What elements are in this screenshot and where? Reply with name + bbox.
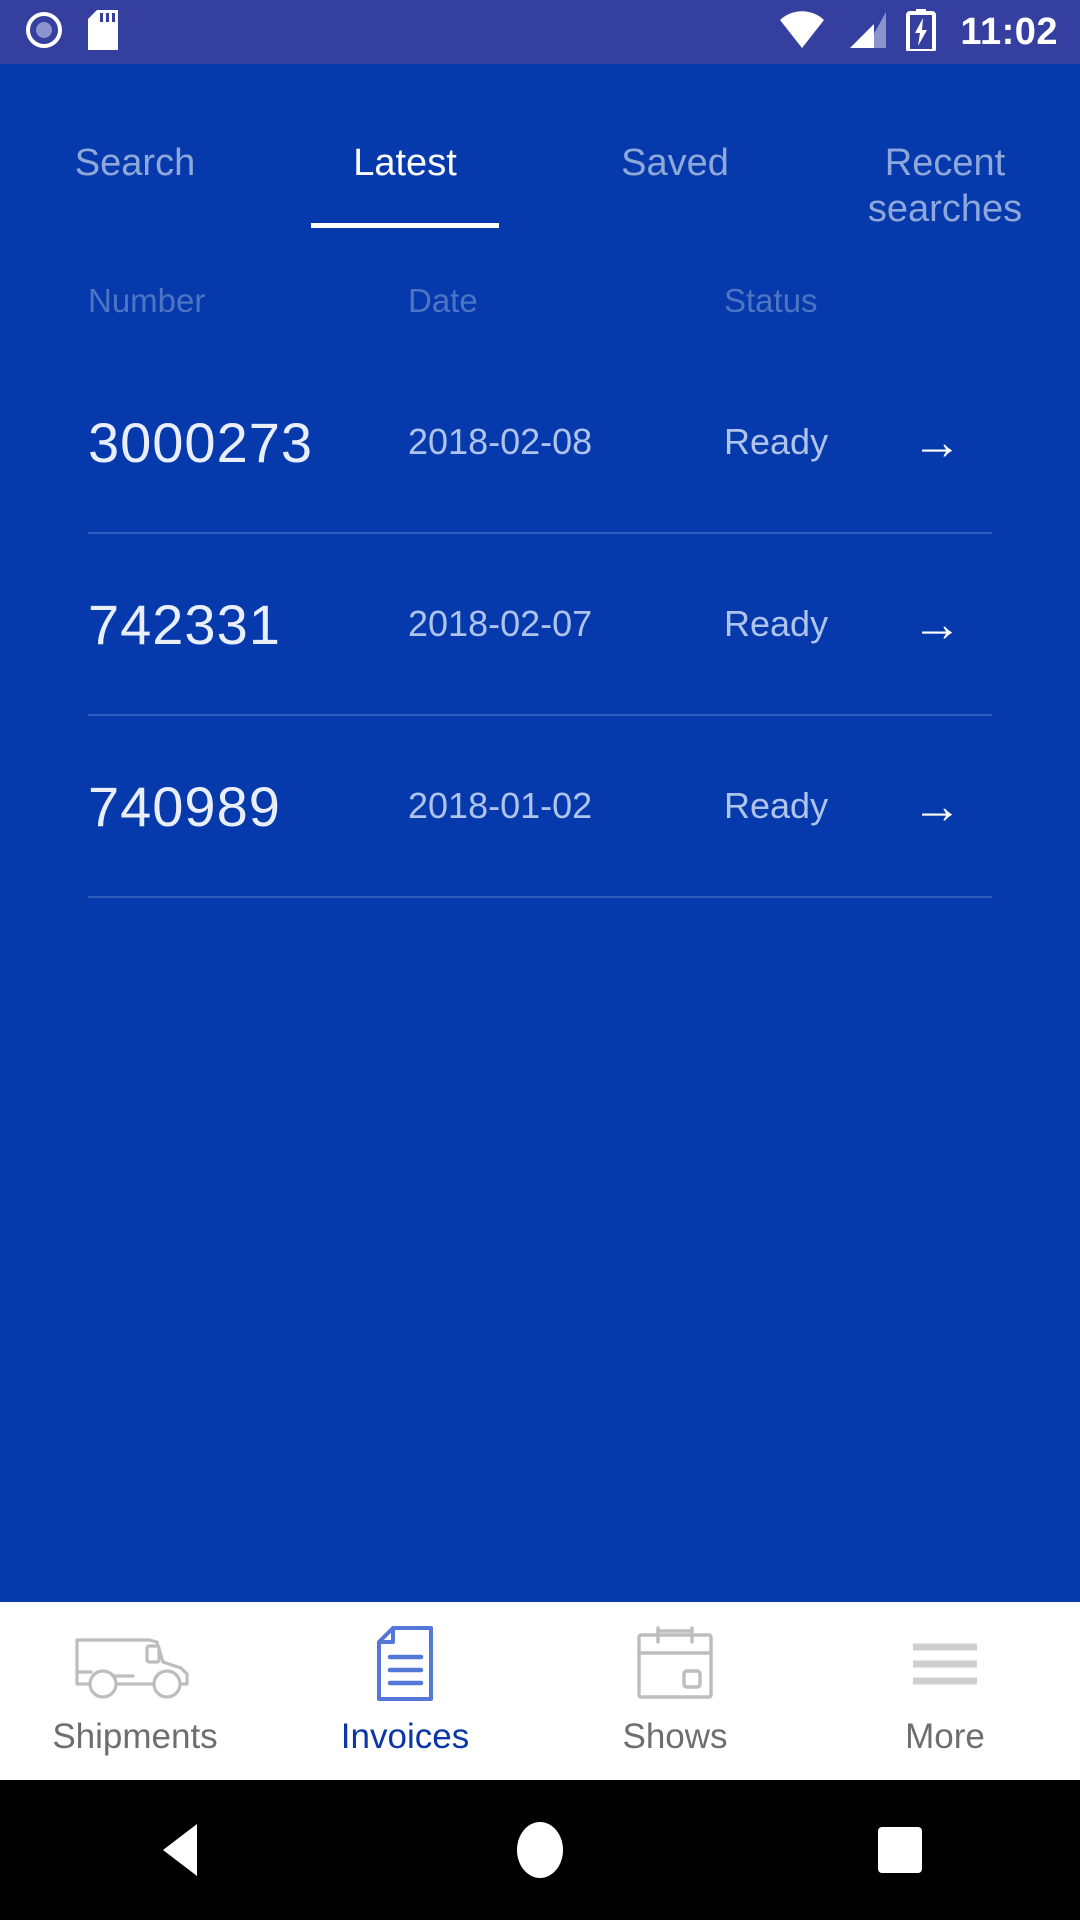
calendar-icon — [634, 1625, 716, 1703]
cell-invoice-date: 2018-02-08 — [408, 421, 593, 462]
tab-bar: Search Latest Saved Recent searches — [0, 64, 1080, 250]
android-back-button[interactable] — [90, 1780, 270, 1920]
arrow-right-icon: → — [912, 778, 962, 834]
table-row[interactable]: 740989 2018-01-02 Ready → — [88, 716, 992, 898]
row-open-button[interactable]: → — [882, 599, 992, 649]
android-home-button[interactable] — [450, 1780, 630, 1920]
nav-label-invoices: Invoices — [340, 1717, 470, 1756]
nav-item-more[interactable]: More — [810, 1625, 1080, 1757]
cell-invoice-status: Ready — [724, 785, 829, 826]
home-circle-icon — [517, 1822, 563, 1878]
tab-search[interactable]: Search — [0, 140, 270, 250]
tab-search-label: Search — [74, 142, 196, 184]
bottom-navigation: Shipments Invoices Shows More — [0, 1602, 1080, 1780]
cell-invoice-date: 2018-01-02 — [408, 785, 593, 826]
invoice-table: Number Date Status 3000273 2018-02-08 Re… — [0, 250, 1080, 1250]
column-header-date: Date — [408, 282, 478, 319]
status-bar-clock: 11:02 — [960, 10, 1058, 53]
nav-item-shipments[interactable]: Shipments — [0, 1625, 270, 1757]
cell-invoice-number: 3000273 — [88, 410, 314, 474]
nav-label-shows: Shows — [622, 1717, 728, 1756]
row-open-button[interactable]: → — [882, 417, 992, 467]
tab-saved[interactable]: Saved — [540, 140, 810, 250]
nav-item-invoices[interactable]: Invoices — [270, 1625, 540, 1757]
back-triangle-icon — [163, 1824, 197, 1876]
table-row[interactable]: 3000273 2018-02-08 Ready → — [88, 352, 992, 534]
cell-invoice-date: 2018-02-07 — [408, 603, 593, 644]
tab-underline — [311, 223, 499, 228]
tab-latest[interactable]: Latest — [270, 140, 540, 250]
content-empty-space — [0, 1250, 1080, 1602]
status-bar-left-icons — [26, 9, 118, 55]
document-icon — [373, 1625, 437, 1703]
nav-item-shows[interactable]: Shows — [540, 1625, 810, 1757]
android-recents-button[interactable] — [810, 1780, 990, 1920]
cell-invoice-number: 740989 — [88, 774, 281, 838]
table-row[interactable]: 742331 2018-02-07 Ready → — [88, 534, 992, 716]
battery-charging-icon — [906, 8, 937, 56]
nav-label-more: More — [905, 1717, 985, 1756]
record-circle-icon — [26, 11, 62, 53]
nav-label-shipments: Shipments — [52, 1717, 218, 1756]
cell-invoice-status: Ready — [724, 603, 829, 644]
cell-invoice-number: 742331 — [88, 592, 281, 656]
column-header-number: Number — [88, 282, 206, 319]
tab-saved-label: Saved — [621, 142, 729, 184]
column-header-status: Status — [724, 282, 818, 319]
tab-recent-searches-label: Recent searches — [867, 142, 1023, 230]
wifi-icon — [778, 10, 826, 55]
arrow-right-icon: → — [912, 414, 962, 470]
sd-card-icon — [88, 9, 118, 55]
recents-square-icon — [878, 1827, 922, 1873]
cell-invoice-status: Ready — [724, 421, 829, 462]
truck-icon — [71, 1625, 199, 1703]
table-header-row: Number Date Status — [88, 250, 992, 352]
arrow-right-icon: → — [912, 596, 962, 652]
tab-latest-label: Latest — [353, 142, 457, 184]
status-bar: 11:02 — [0, 0, 1080, 64]
app-root: 11:02 Search Latest Saved Recent searche… — [0, 0, 1080, 1920]
tab-recent-searches[interactable]: Recent searches — [810, 140, 1080, 250]
row-open-button[interactable]: → — [882, 781, 992, 831]
android-system-nav — [0, 1780, 1080, 1920]
hamburger-icon — [907, 1625, 983, 1703]
cell-signal-icon — [844, 10, 888, 55]
status-bar-right-icons: 11:02 — [778, 8, 1058, 56]
